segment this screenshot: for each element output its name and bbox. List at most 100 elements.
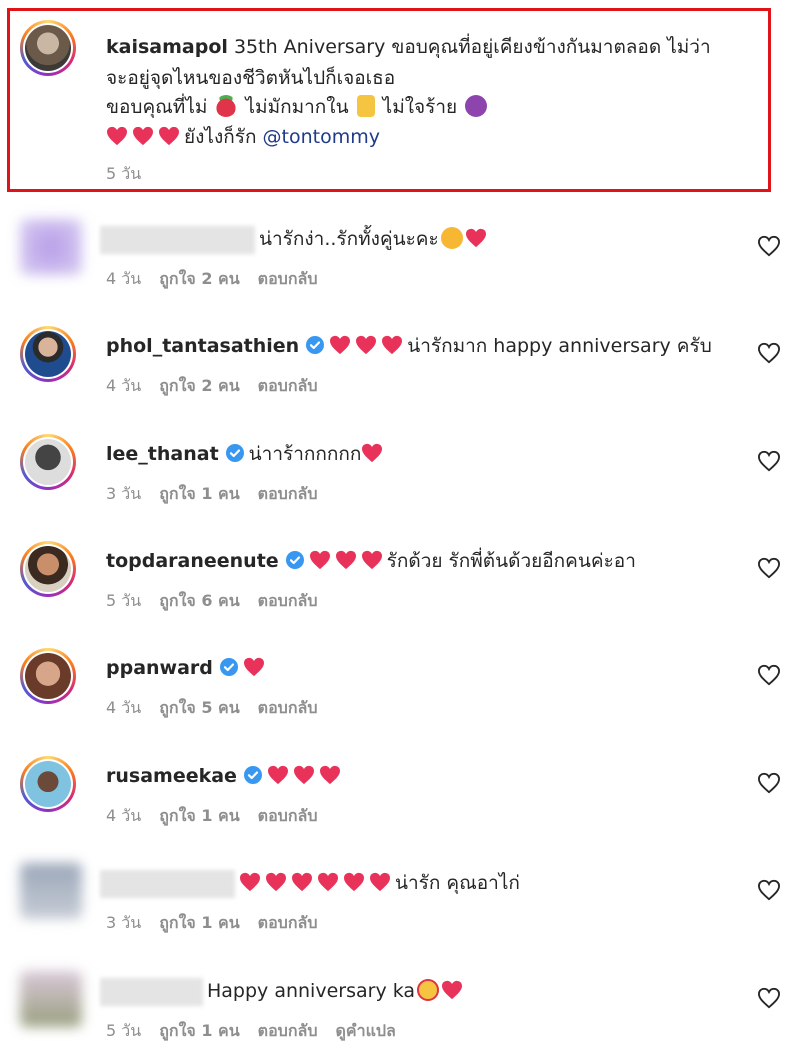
blurred-username (100, 225, 255, 254)
comment-time: 4 วัน (106, 269, 142, 288)
commenter-username[interactable]: lee_thanat (106, 443, 219, 465)
heart-icon (356, 335, 377, 355)
comment-meta: 4 วัน ถูกใจ 2 คน ตอบกลับ (106, 267, 335, 292)
blurred-username (100, 869, 235, 898)
commenter-avatar[interactable] (20, 756, 76, 812)
commenter-avatar[interactable] (20, 648, 76, 704)
heart-icon (267, 765, 288, 785)
comment-text: น่ารักมาก happy anniversary ครับ (407, 335, 712, 357)
post-time: 5 วัน (106, 164, 142, 183)
comment-like-count[interactable]: ถูกใจ 2 คน (159, 376, 239, 395)
heart-icon (293, 765, 314, 785)
comment-body: น่ารัก คุณอาไก่ (100, 869, 520, 898)
verified-badge-icon (219, 658, 238, 676)
blurred-username (100, 977, 203, 1006)
heart-icon (330, 335, 351, 355)
heart-icon (309, 550, 330, 570)
commenter-avatar[interactable] (20, 219, 82, 275)
comment-meta: 5 วัน ถูกใจ 6 คน ตอบกลับ (106, 589, 335, 614)
like-comment-heart-icon[interactable] (758, 664, 780, 686)
heart-icon (240, 872, 260, 892)
like-comment-heart-icon[interactable] (758, 987, 780, 1009)
comment-time: 5 วัน (106, 591, 142, 610)
reply-button[interactable]: ตอบกลับ (258, 806, 318, 825)
reply-button[interactable]: ตอบกลับ (258, 1021, 318, 1040)
commenter-username[interactable]: ppanward (106, 657, 213, 679)
comment-body: ppanward (106, 654, 269, 682)
caption-line-4: ยังไงก็รัก @tontommy (106, 122, 380, 153)
commenter-avatar[interactable] (20, 541, 76, 597)
commenter-username[interactable]: phol_tantasathien (106, 335, 299, 357)
heart-icon (266, 872, 286, 892)
comment-like-count[interactable]: ถูกใจ 5 คน (159, 698, 239, 717)
heart-icon (319, 765, 340, 785)
comment-like-count[interactable]: ถูกใจ 1 คน (159, 484, 239, 503)
post-meta: 5 วัน (106, 162, 159, 187)
commenter-avatar[interactable] (20, 326, 76, 382)
like-comment-heart-icon[interactable] (758, 450, 780, 472)
mention-link[interactable]: @tontommy (263, 126, 380, 148)
comment-time: 3 วัน (106, 913, 142, 932)
reply-button[interactable]: ตอบกลับ (258, 376, 318, 395)
commenter-avatar[interactable] (20, 434, 76, 490)
comment-time: 3 วัน (106, 484, 142, 503)
comment-meta: 4 วัน ถูกใจ 1 คน ตอบกลับ (106, 804, 335, 829)
comment-like-count[interactable]: ถูกใจ 6 คน (159, 591, 239, 610)
comment-body: lee_thanat น่าาร้ากกกกก (106, 440, 387, 468)
thumbs-up-icon (356, 95, 375, 117)
heart-icon (133, 126, 153, 146)
heart-icon (159, 126, 179, 146)
like-comment-heart-icon[interactable] (758, 772, 780, 794)
comment-text: น่ารักง่า..รักทั้งคู่นะคะ (259, 228, 439, 250)
heart-icon (344, 872, 364, 892)
comment-body: phol_tantasathien น่ารักมาก happy anniver… (106, 332, 712, 360)
heart-icon (442, 980, 463, 1000)
heart-icon (465, 228, 486, 248)
comment-body: rusameekae (106, 762, 345, 790)
commenter-avatar[interactable] (20, 863, 82, 919)
caption-line-3: ขอบคุณที่ไม่ ไม่มักมากใน ไม่ใจร้าย (106, 92, 489, 123)
commenter-avatar[interactable] (20, 971, 82, 1027)
reply-button[interactable]: ตอบกลับ (258, 591, 318, 610)
reply-button[interactable]: ตอบกลับ (258, 484, 318, 503)
reply-button[interactable]: ตอบกลับ (258, 698, 318, 717)
comment-time: 5 วัน (106, 1021, 142, 1040)
verified-badge-icon (243, 766, 262, 784)
comment-meta: 5 วัน ถูกใจ 1 คน ตอบกลับ ดูคำแปล (106, 1019, 414, 1044)
comment-like-count[interactable]: ถูกใจ 2 คน (159, 269, 239, 288)
comment-like-count[interactable]: ถูกใจ 1 คน (159, 913, 239, 932)
kiss-face-icon (440, 227, 463, 249)
heart-icon (243, 657, 264, 677)
heart-icon (362, 443, 383, 463)
reply-button[interactable]: ตอบกลับ (258, 913, 318, 932)
commenter-username[interactable]: topdaraneenute (106, 550, 279, 572)
comment-body: topdaraneenute รักด้วย รักพี่ต้นด้วยอีกคน… (106, 547, 636, 575)
heart-icon (318, 872, 338, 892)
comment-meta: 4 วัน ถูกใจ 5 คน ตอบกลับ (106, 696, 335, 721)
heart-icon (292, 872, 312, 892)
post-author-username[interactable]: kaisamapol (106, 36, 228, 58)
translate-button[interactable]: ดูคำแปล (335, 1021, 395, 1040)
like-comment-heart-icon[interactable] (758, 235, 780, 257)
heart-icon (361, 550, 382, 570)
like-comment-heart-icon[interactable] (758, 557, 780, 579)
comment-like-count[interactable]: ถูกใจ 1 คน (159, 1021, 239, 1040)
heart-icon (382, 335, 403, 355)
heart-icon (370, 872, 390, 892)
comment-meta: 4 วัน ถูกใจ 2 คน ตอบกลับ (106, 374, 335, 399)
comment-like-count[interactable]: ถูกใจ 1 คน (159, 806, 239, 825)
comment-time: 4 วัน (106, 698, 142, 717)
comment-text: Happy anniversary ka (207, 980, 416, 1002)
reply-button[interactable]: ตอบกลับ (258, 269, 318, 288)
like-comment-heart-icon[interactable] (758, 342, 780, 364)
comment-time: 4 วัน (106, 376, 142, 395)
comment-text: น่ารัก คุณอาไก่ (395, 872, 520, 894)
verified-badge-icon (285, 551, 304, 569)
heart-icon (107, 126, 127, 146)
devil-icon (465, 95, 488, 117)
like-comment-heart-icon[interactable] (758, 879, 780, 901)
commenter-username[interactable]: rusameekae (106, 765, 237, 787)
verified-badge-icon (306, 336, 325, 354)
post-author-avatar[interactable] (20, 20, 76, 76)
comment-text: น่าาร้ากกกกก (248, 443, 362, 465)
